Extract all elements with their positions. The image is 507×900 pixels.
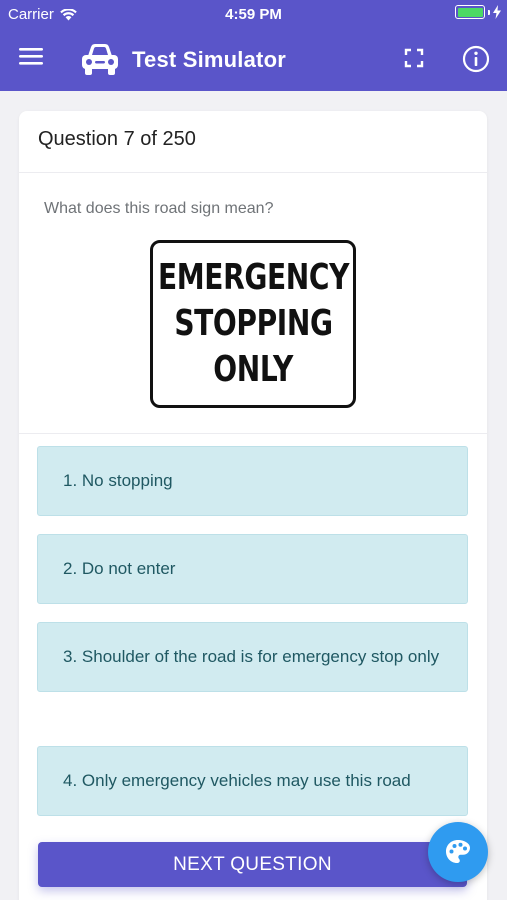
menu-icon bbox=[19, 48, 43, 65]
next-question-button[interactable]: NEXT QUESTION bbox=[38, 842, 467, 887]
battery-fill bbox=[457, 7, 483, 17]
sign-line-3: ONLY bbox=[213, 349, 293, 390]
sign-line-1: EMERGENCY bbox=[157, 257, 349, 298]
answer-option-4[interactable]: 4. Only emergency vehicles may use this … bbox=[37, 746, 468, 816]
sign-line-2: STOPPING bbox=[173, 303, 333, 344]
battery-cap bbox=[488, 9, 490, 15]
status-time: 4:59 PM bbox=[225, 6, 282, 23]
divider bbox=[19, 433, 487, 434]
nav-bar: Test Simulator bbox=[0, 28, 507, 91]
fullscreen-icon bbox=[404, 48, 424, 68]
question-counter: Question 7 of 250 bbox=[19, 111, 487, 173]
palette-icon bbox=[446, 840, 470, 863]
menu-button[interactable] bbox=[18, 45, 48, 73]
battery-indicator bbox=[455, 5, 501, 19]
fullscreen-button[interactable] bbox=[403, 47, 429, 73]
status-bar: Carrier 4:59 PM bbox=[0, 0, 507, 28]
answer-option-1[interactable]: 1. No stopping bbox=[37, 446, 468, 516]
charging-bolt-icon bbox=[493, 5, 501, 19]
car-icon bbox=[80, 42, 120, 81]
question-card: Question 7 of 250 What does this road si… bbox=[19, 111, 487, 900]
theme-fab-button[interactable] bbox=[428, 822, 488, 882]
road-sign-image: EMERGENCY STOPPING ONLY bbox=[150, 240, 356, 408]
info-icon bbox=[462, 45, 490, 73]
answer-option-2[interactable]: 2. Do not enter bbox=[37, 534, 468, 604]
app-header: Carrier 4:59 PM Test Simulator bbox=[0, 0, 507, 91]
answer-option-3[interactable]: 3. Shoulder of the road is for emergency… bbox=[37, 622, 468, 692]
question-text: What does this road sign mean? bbox=[44, 200, 274, 217]
app-title: Test Simulator bbox=[132, 47, 286, 72]
info-button[interactable] bbox=[462, 45, 490, 73]
battery-icon bbox=[455, 5, 485, 19]
